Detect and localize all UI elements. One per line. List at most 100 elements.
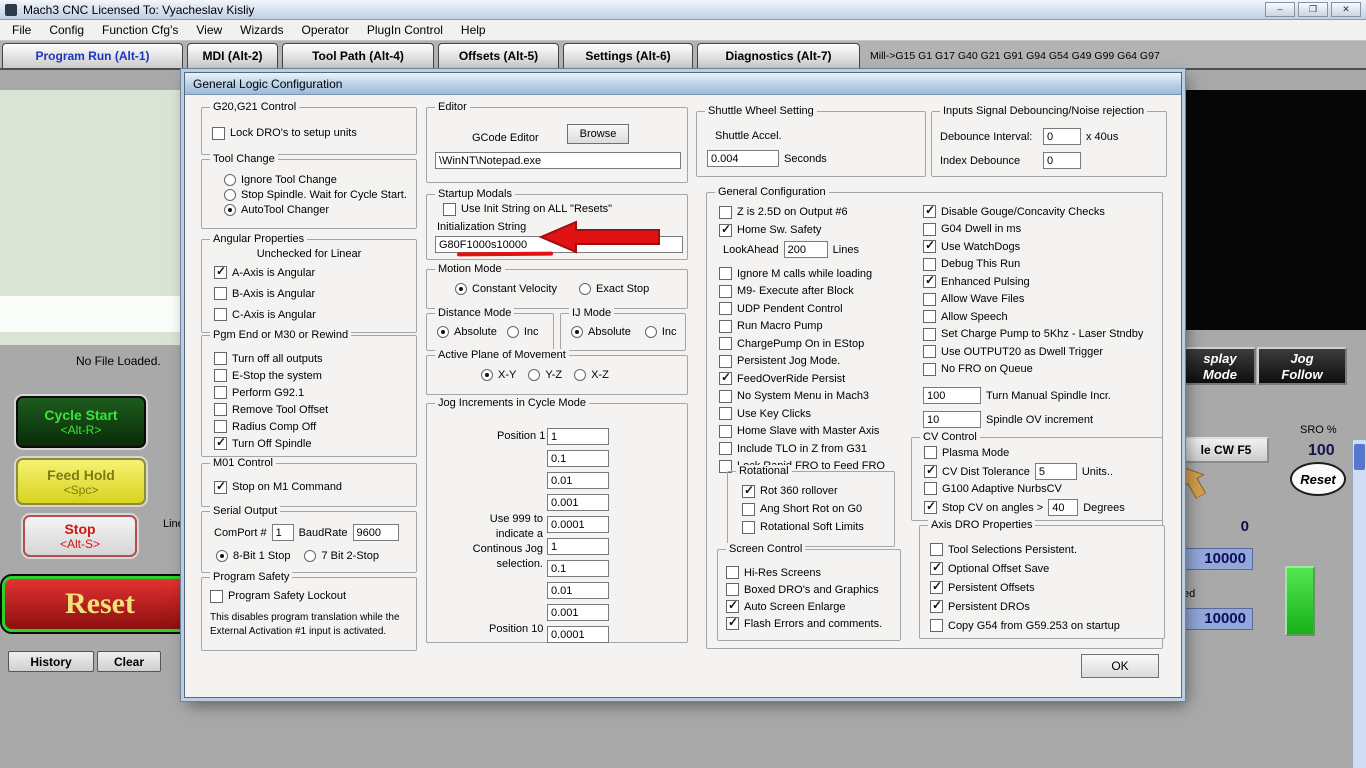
radio-constant-velocity[interactable]: Constant Velocity <box>455 283 557 295</box>
tab-offsets[interactable]: Offsets (Alt-5) <box>438 43 559 68</box>
tab-diagnostics[interactable]: Diagnostics (Alt-7) <box>697 43 860 68</box>
tab-settings[interactable]: Settings (Alt-6) <box>563 43 693 68</box>
menu-view[interactable]: View <box>187 23 231 37</box>
checkbox-c-axis-is-angular[interactable]: C-Axis is Angular <box>214 304 316 325</box>
checkbox-turn-off-spindle[interactable]: Turn Off Spindle <box>214 435 328 452</box>
checkbox-set-charge-pump-to-5khz-laser-stndby[interactable]: Set Charge Pump to 5Khz - Laser Stndby <box>923 326 1143 344</box>
checkbox-home-slave-with-master-axis[interactable]: Home Slave with Master Axis <box>719 423 885 441</box>
radio-8-bit-1-stop[interactable]: 8-Bit 1 Stop <box>216 550 290 562</box>
checkbox-tool-selections-persistent[interactable]: Tool Selections Persistent. <box>930 540 1120 559</box>
radio-x-z[interactable]: X-Z <box>574 369 609 381</box>
menu-file[interactable]: File <box>3 23 40 37</box>
menu-plugin-control[interactable]: PlugIn Control <box>358 23 452 37</box>
debounce-interval-input[interactable] <box>1043 128 1081 145</box>
checkbox-e-stop-the-system[interactable]: E-Stop the system <box>214 367 328 384</box>
radio-inc[interactable]: Inc <box>506 326 539 338</box>
comport-input[interactable] <box>271 524 294 541</box>
checkbox-ang-short-rot-on-g0[interactable]: Ang Short Rot on G0 <box>742 500 864 518</box>
checkbox-udp-pendent-control[interactable]: UDP Pendent Control <box>719 300 885 318</box>
dro-value-top[interactable]: 0 <box>1183 518 1249 535</box>
checkbox-stop-cv-on-angles[interactable]: Stop CV on angles > Degrees <box>924 499 1125 516</box>
checkbox-persistent-offsets[interactable]: Persistent Offsets <box>930 578 1120 597</box>
index-debounce-input[interactable] <box>1043 152 1081 169</box>
ok-button[interactable]: OK <box>1081 654 1159 678</box>
shuttle-accel-input[interactable] <box>707 150 779 167</box>
checkbox-lock-dro-s-to-setup-units[interactable]: Lock DRO's to setup units <box>212 124 357 142</box>
checkbox-g04-dwell-in-ms[interactable]: G04 Dwell in ms <box>923 221 1143 239</box>
checkbox-stop-on-m1-command[interactable]: Stop on M1 Command <box>214 478 342 496</box>
tab-tool-path[interactable]: Tool Path (Alt-4) <box>282 43 434 68</box>
checkbox-feedoverride-persist[interactable]: FeedOverRide Persist <box>719 370 885 388</box>
checkbox-hi-res-screens[interactable]: Hi-Res Screens <box>726 564 882 581</box>
checkbox-include-tlo-in-z-from-g31[interactable]: Include TLO in Z from G31 <box>719 440 885 458</box>
checkbox-enhanced-pulsing[interactable]: Enhanced Pulsing <box>923 273 1143 291</box>
menu-operator[interactable]: Operator <box>293 23 358 37</box>
checkbox-persistent-jog-mode[interactable]: Persistent Jog Mode. <box>719 353 885 371</box>
jog-increment-input-1[interactable] <box>547 428 609 445</box>
jog-increment-input-7[interactable] <box>547 560 609 577</box>
checkbox-allow-speech[interactable]: Allow Speech <box>923 308 1143 326</box>
checkbox-chargepump-on-in-estop[interactable]: ChargePump On in EStop <box>719 335 885 353</box>
checkbox-debug-this-run[interactable]: Debug This Run <box>923 256 1143 274</box>
radio-ignore-tool-change[interactable]: Ignore Tool Change <box>224 172 407 187</box>
checkbox-disable-gouge-concavity-checks[interactable]: Disable Gouge/Concavity Checks <box>923 203 1143 221</box>
right-scrollbar[interactable] <box>1352 440 1366 768</box>
jog-increment-input-4[interactable] <box>547 494 609 511</box>
checkbox-use-key-clicks[interactable]: Use Key Clicks <box>719 405 885 423</box>
jog-increment-input-10[interactable] <box>547 626 609 643</box>
baudrate-input[interactable] <box>352 524 399 541</box>
checkbox-a-axis-is-angular[interactable]: A-Axis is Angular <box>214 262 316 283</box>
checkbox-optional-offset-save[interactable]: Optional Offset Save <box>930 559 1120 578</box>
jog-increment-input-5[interactable] <box>547 516 609 533</box>
radio-absolute[interactable]: Absolute <box>571 326 631 338</box>
close-icon[interactable]: ✕ <box>1331 2 1361 17</box>
menu-wizards[interactable]: Wizards <box>231 23 292 37</box>
jog-increment-input-8[interactable] <box>547 582 609 599</box>
radio-x-y[interactable]: X-Y <box>481 369 516 381</box>
checkbox-boxed-dro-s-and-graphics[interactable]: Boxed DRO's and Graphics <box>726 581 882 598</box>
checkbox-allow-wave-files[interactable]: Allow Wave Files <box>923 291 1143 309</box>
clear-button[interactable]: Clear <box>97 651 161 672</box>
radio-inc[interactable]: Inc <box>644 326 677 338</box>
checkbox-no-fro-on-queue[interactable]: No FRO on Queue <box>923 361 1143 379</box>
lookahead-input[interactable] <box>783 241 828 258</box>
cycle-start-button[interactable]: Cycle Start <Alt-R> <box>16 396 146 448</box>
radio-7-bit-2-stop[interactable]: 7 Bit 2-Stop <box>304 550 379 562</box>
jog-increment-input-9[interactable] <box>547 604 609 621</box>
tab-program-run[interactable]: Program Run (Alt-1) <box>2 43 183 68</box>
minimize-icon[interactable]: – <box>1265 2 1295 17</box>
checkbox-flash-errors-and-comments[interactable]: Flash Errors and comments. <box>726 615 882 632</box>
checkbox-persistent-dros[interactable]: Persistent DROs <box>930 597 1120 616</box>
display-mode-button[interactable]: splay Mode <box>1184 347 1256 385</box>
dro-value-bottom[interactable]: 10000 <box>1183 608 1253 630</box>
checkbox-copy-g54-from-g59-253-on-startup[interactable]: Copy G54 from G59.253 on startup <box>930 616 1120 635</box>
stop-button[interactable]: Stop <Alt-S> <box>23 515 137 557</box>
checkbox-use-init-string-on-all-resets[interactable]: Use Init String on ALL "Resets" <box>443 201 612 217</box>
checkbox-rotational-soft-limits[interactable]: Rotational Soft Limits <box>742 518 864 536</box>
checkbox-plasma-mode[interactable]: Plasma Mode <box>924 446 1009 459</box>
checkbox-rot-360-rollover[interactable]: Rot 360 rollover <box>742 482 864 500</box>
cv-angle-input[interactable] <box>1048 499 1079 516</box>
scrollbar-thumb[interactable] <box>1354 444 1365 470</box>
spindle-cw-button[interactable]: le CW F5 <box>1183 437 1269 463</box>
reset-button[interactable]: Reset <box>2 576 198 632</box>
checkbox-program-safety-lockout[interactable]: Program Safety Lockout <box>210 588 346 604</box>
radio-y-z[interactable]: Y-Z <box>528 369 562 381</box>
checkbox-turn-off-all-outputs[interactable]: Turn off all outputs <box>214 350 328 367</box>
checkbox-radius-comp-off[interactable]: Radius Comp Off <box>214 418 328 435</box>
spindle-reset-button[interactable]: Reset <box>1290 462 1346 496</box>
spindle-speed-slider[interactable] <box>1285 566 1315 636</box>
checkbox-cv-dist-tolerance[interactable]: CV Dist Tolerance Units.. <box>924 463 1113 480</box>
checkbox-remove-tool-offset[interactable]: Remove Tool Offset <box>214 401 328 418</box>
radio-exact-stop[interactable]: Exact Stop <box>579 283 649 295</box>
menu-config[interactable]: Config <box>40 23 93 37</box>
checkbox-ignore-m-calls-while-loading[interactable]: Ignore M calls while loading <box>719 265 885 283</box>
jog-follow-button[interactable]: Jog Follow <box>1257 347 1347 385</box>
radio-stop-spindle-wait-for-cycle-start[interactable]: Stop Spindle. Wait for Cycle Start. <box>224 187 407 202</box>
checkbox-use-watchdogs[interactable]: Use WatchDogs <box>923 238 1143 256</box>
checkbox-run-macro-pump[interactable]: Run Macro Pump <box>719 318 885 336</box>
checkbox-perform-g92-1[interactable]: Perform G92.1 <box>214 384 328 401</box>
cv-dist-tolerance-input[interactable] <box>1034 463 1077 480</box>
checkbox-no-system-menu-in-mach3[interactable]: No System Menu in Mach3 <box>719 388 885 406</box>
dro-value-mid[interactable]: 10000 <box>1183 548 1253 570</box>
